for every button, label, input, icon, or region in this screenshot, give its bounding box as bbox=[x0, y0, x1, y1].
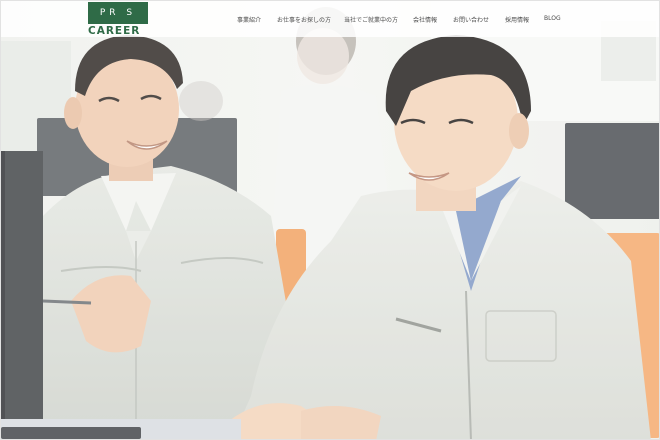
nav-item-recruit[interactable]: 採用情報 bbox=[505, 15, 529, 24]
logo-mark: PR S bbox=[88, 2, 148, 24]
nav-item-business[interactable]: 事業紹介 bbox=[237, 15, 261, 24]
nav-item-contact[interactable]: お問い合わせ bbox=[453, 15, 489, 24]
hero-photo-illustration bbox=[1, 1, 659, 439]
page: PR S CAREER 事業紹介 お仕事をお探しの方 当社でご就業中の方 会社情… bbox=[0, 0, 660, 440]
logo-wordmark: CAREER bbox=[88, 25, 141, 37]
nav-item-company[interactable]: 会社情報 bbox=[413, 15, 437, 24]
brand-logo[interactable]: PR S CAREER bbox=[88, 2, 148, 38]
logo-top-text: PR S bbox=[99, 8, 137, 18]
hero-image bbox=[1, 1, 659, 439]
nav-item-job-seekers[interactable]: お仕事をお探しの方 bbox=[277, 15, 331, 24]
site-header: PR S CAREER 事業紹介 お仕事をお探しの方 当社でご就業中の方 会社情… bbox=[1, 1, 659, 38]
nav-item-current-workers[interactable]: 当社でご就業中の方 bbox=[344, 15, 398, 24]
nav-item-blog[interactable]: BLOG bbox=[544, 15, 561, 22]
